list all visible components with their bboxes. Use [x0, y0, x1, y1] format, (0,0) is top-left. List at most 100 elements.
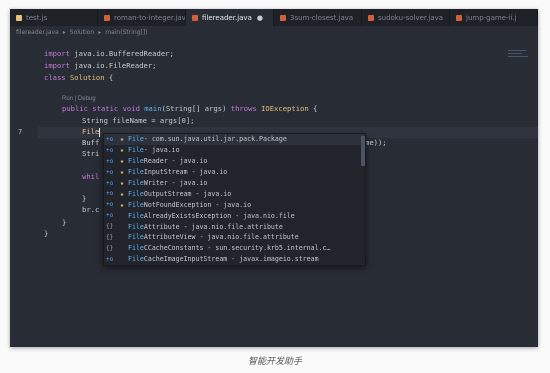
autocomplete-suggestion-list[interactable]: +o ★ File - com.sun.java.util.jar.pack.Pac… [103, 133, 366, 266]
code-line-current[interactable]: File [82, 127, 101, 137]
code-text: { [308, 104, 318, 113]
keyword: public static void [62, 104, 140, 113]
code-text: me)); [365, 138, 387, 147]
star-icon: ★ [120, 189, 124, 198]
code-text: File [82, 127, 100, 136]
suggestion-label: - java.io [143, 146, 180, 155]
suggestion-item[interactable]: +o ★ File OutputStream - java.io [104, 188, 365, 199]
line-gutter: 7 [10, 38, 38, 347]
class-icon: +o [106, 135, 114, 143]
java-file-icon [280, 14, 286, 21]
code-editor[interactable]: 7 import java.io.BufferedReader; import … [10, 38, 538, 347]
minimap[interactable] [508, 48, 530, 62]
suggestion-match: File [128, 179, 144, 187]
java-file-icon [368, 14, 374, 21]
tab-4[interactable]: sudoku-solver.java [362, 9, 450, 26]
star-icon: ★ [120, 200, 124, 209]
code-text: Buff [82, 138, 100, 147]
suggestion-scrollbar[interactable] [361, 136, 365, 166]
code-text: java.io.FileReader; [69, 61, 157, 70]
suggestion-match: File [128, 189, 144, 198]
code-text: br.c [82, 205, 100, 214]
code-text: java.io.BufferedReader; [69, 49, 174, 58]
suggestion-match: File [128, 157, 144, 166]
suggestion-match: File [128, 168, 144, 177]
java-file-icon [456, 14, 462, 21]
figure-caption: 智能开发助手 [247, 357, 302, 367]
suggestion-label: NotFoundException - java.io [143, 200, 252, 209]
suggestion-item[interactable]: +o ★ File - java.io [104, 145, 365, 156]
type-name: IOException [256, 104, 309, 113]
suggestion-item[interactable]: +o File CacheImageInputStream - javax.imag… [104, 254, 365, 265]
suggestion-item[interactable]: +o ★ File Writer - java.io [104, 178, 365, 189]
keyword: class [44, 73, 66, 82]
suggestion-match: File [128, 200, 144, 209]
tab-label: sudoku-solver.java [378, 13, 444, 22]
star-icon: ★ [120, 168, 124, 177]
tab-0[interactable]: test.js [10, 9, 98, 26]
code-line: } [82, 194, 86, 204]
tab-2[interactable]: filereader.java ● [186, 9, 274, 26]
suggestion-item[interactable]: {} File Attribute - java.nio.file.attribut… [104, 221, 365, 232]
suggestion-match: File [128, 211, 144, 220]
star-icon: ★ [120, 146, 124, 155]
interface-icon: {} [106, 223, 114, 231]
suggestion-label: OutputStream - java.io [143, 189, 232, 198]
suggestion-item[interactable]: {} File CCacheConstants - sun.security.krb… [104, 243, 365, 254]
code-lens-run-debug[interactable]: Run | Debug [62, 94, 96, 104]
class-icon: +o [106, 146, 114, 154]
code-line: br.c [82, 205, 99, 215]
suggestion-label: AlreadyExistsException - java.nio.file [143, 211, 295, 220]
class-icon: +o [106, 201, 114, 209]
code-line: class Solution { [44, 73, 113, 83]
class-icon: +o [106, 168, 114, 176]
breadcrumb-class[interactable]: Solution [70, 29, 94, 36]
tab-1[interactable]: roman-to-integer.java [98, 9, 186, 26]
suggestion-item[interactable]: +o ★ File InputStream - java.io [104, 167, 365, 178]
breadcrumb-separator: ▸ [98, 28, 102, 36]
code-text: } [62, 218, 67, 227]
suggestion-match: File [128, 244, 144, 253]
suggestion-match: File [128, 146, 144, 155]
code-line: whil [82, 172, 99, 182]
breadcrumb-separator: ▸ [62, 28, 66, 36]
code-text: } [44, 229, 49, 238]
suggestion-item[interactable]: +o ★ File - com.sun.java.util.jar.pack.Pac… [104, 134, 365, 145]
editor-screenshot: test.js roman-to-integer.java filereader.j… [10, 9, 538, 347]
java-file-icon [104, 14, 110, 21]
suggestion-label: - com.sun.java.util.jar.pack.Package [143, 135, 287, 144]
code-text: { [104, 73, 114, 82]
suggestion-item[interactable]: +o ★ File NotFoundException - java.io [104, 199, 365, 210]
code-text: Stri [82, 149, 100, 158]
tab-5[interactable]: jump-game-ii.j [450, 9, 538, 26]
modified-dot-icon[interactable]: ● [257, 14, 263, 22]
suggestion-match: File [128, 255, 144, 264]
suggestion-label: Reader - java.io [143, 157, 208, 166]
keyword: import [44, 61, 70, 70]
keyword: throws [230, 104, 257, 113]
keyword: whil [82, 172, 100, 181]
suggestion-match: File [128, 233, 144, 242]
breadcrumb-file[interactable]: filereader.java [16, 29, 59, 36]
interface-icon: {} [106, 233, 114, 241]
suggestion-label: CacheImageInputStream - javax.imageio.st… [143, 255, 319, 264]
star-icon: ★ [120, 135, 124, 144]
suggestion-label: Attribute - java.nio.file.attribute [143, 222, 283, 231]
tab-3[interactable]: 3sum-closest.java [274, 9, 362, 26]
suggestion-item[interactable]: +o ★ File Reader - java.io [104, 156, 365, 167]
suggestion-label: InputStream - java.io [143, 168, 228, 177]
class-icon: +o [106, 212, 114, 220]
class-icon: +o [106, 190, 114, 198]
code-text: String fileName = args[0]; [82, 116, 195, 125]
suggestion-item[interactable]: +o File AlreadyExistsException - java.nio.… [104, 210, 365, 221]
suggestion-item[interactable]: {} File AttributeView - java.nio.file.attr… [104, 232, 365, 243]
code-text: } [82, 194, 87, 203]
breadcrumb-method[interactable]: main(String[]) [105, 29, 147, 36]
tab-label: test.js [26, 13, 48, 22]
suggestion-label: AttributeView - java.nio.file.attribute [143, 233, 299, 242]
tab-label: 3sum-closest.java [290, 13, 354, 22]
tab-bar: test.js roman-to-integer.java filereader.j… [10, 9, 538, 26]
code-line: Stri [82, 149, 99, 159]
code-line: } [62, 218, 66, 228]
keyword: import [44, 49, 70, 58]
